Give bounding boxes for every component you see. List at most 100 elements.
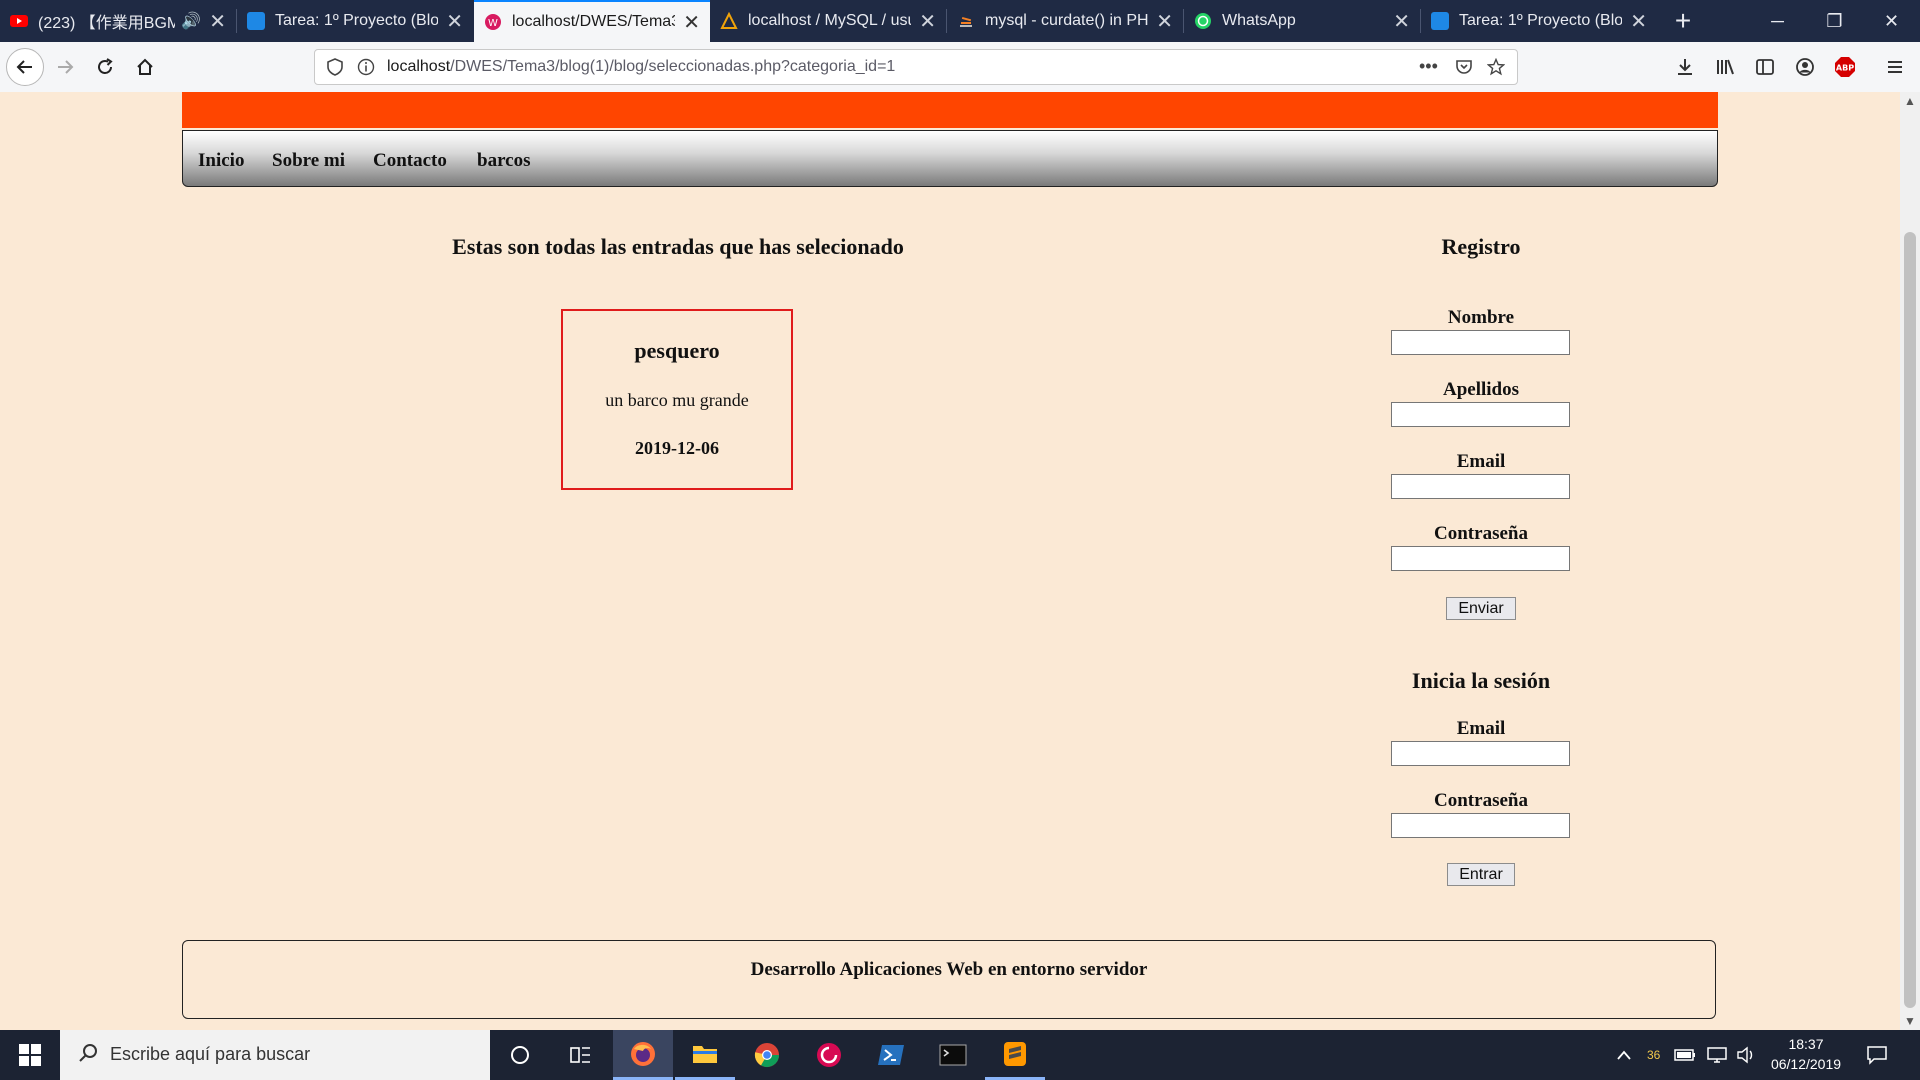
register-apellidos-label: Apellidos (1442, 379, 1520, 400)
firefox-taskbar-icon[interactable] (613, 1030, 673, 1080)
tab-classroom-1[interactable]: Tarea: 1º Proyecto (Blog ✕ (237, 0, 473, 42)
register-title: Registro (1441, 234, 1521, 259)
entrar-button[interactable]: Entrar (1447, 863, 1515, 886)
taskbar: Escribe aquí para buscar 36 18:37 06/12/ (0, 1030, 1920, 1080)
home-button[interactable] (126, 48, 164, 86)
register-password-label: Contraseña (1434, 523, 1528, 544)
page-scrollbar[interactable]: ▲ ▼ (1900, 92, 1920, 1030)
library-icon[interactable] (1712, 54, 1738, 80)
close-icon[interactable]: ✕ (446, 9, 463, 34)
tab-strip: (223) 【作業用BGM】 🔊 ✕ Tarea: 1º Proyecto (B… (0, 0, 1920, 42)
tab-stackoverflow[interactable]: mysql - curdate() in PHP ✕ (947, 0, 1183, 42)
phpmyadmin-icon (720, 11, 738, 30)
close-icon[interactable]: ✕ (209, 9, 226, 34)
menu-link-barcos[interactable]: barcos (477, 150, 530, 172)
terminal-icon[interactable] (923, 1030, 983, 1080)
navigation-toolbar: localhost/DWES/Tema3/blog(1)/blog/selecc… (0, 42, 1920, 93)
close-icon[interactable]: ✕ (1156, 9, 1173, 34)
classroom-icon (247, 12, 265, 30)
close-icon[interactable]: ✕ (1393, 9, 1410, 34)
register-nombre-label: Nombre (1447, 307, 1515, 328)
menu-link-contacto[interactable]: Contacto (373, 150, 447, 172)
close-icon[interactable]: ✕ (683, 10, 700, 35)
shield-icon[interactable] (327, 58, 343, 81)
tray-badge[interactable]: 36 (1647, 1030, 1660, 1080)
login-email-field[interactable] (1391, 741, 1570, 766)
tab-phpmyadmin[interactable]: localhost / MySQL / usua ✕ (710, 0, 946, 42)
url-text[interactable]: localhost/DWES/Tema3/blog(1)/blog/selecc… (387, 58, 895, 76)
bookmark-star-icon[interactable] (1486, 57, 1506, 81)
search-icon (78, 1042, 100, 1070)
sidebar-icon[interactable] (1752, 54, 1778, 80)
back-arrow-icon (16, 60, 32, 74)
battery-icon[interactable] (1674, 1030, 1696, 1080)
page-actions-icon[interactable]: ••• (1419, 56, 1438, 77)
minimize-icon[interactable]: ─ (1750, 0, 1805, 42)
register-email-field[interactable] (1391, 474, 1570, 499)
pocket-icon[interactable] (1455, 58, 1473, 81)
windows-start-button[interactable] (0, 1030, 60, 1080)
speaker-icon[interactable]: 🔊 (181, 11, 201, 31)
info-icon[interactable] (357, 58, 375, 81)
login-password-field[interactable] (1391, 813, 1570, 838)
login-password-label: Contraseña (1434, 790, 1528, 811)
show-hidden-icons[interactable] (1616, 1030, 1632, 1080)
account-icon[interactable] (1792, 54, 1818, 80)
forward-arrow-icon (58, 60, 74, 74)
tab-label: Tarea: 1º Proyecto (Blog (275, 12, 439, 29)
whatsapp-icon (1194, 12, 1212, 30)
downloads-icon[interactable] (1672, 54, 1698, 80)
close-icon[interactable]: ✕ (1630, 9, 1647, 34)
menu-link-sobre-mi[interactable]: Sobre mi (272, 150, 345, 172)
tab-label: (223) 【作業用BGM】 (38, 15, 176, 32)
tab-youtube[interactable]: (223) 【作業用BGM】 🔊 ✕ (0, 0, 236, 42)
adblock-icon[interactable]: ABP (1832, 54, 1858, 80)
network-icon[interactable] (1706, 1030, 1728, 1080)
stackoverflow-icon (957, 12, 975, 30)
site-banner (182, 92, 1718, 128)
wamp-icon: W (484, 13, 502, 31)
tab-label: mysql - curdate() in PHP (985, 12, 1149, 29)
scroll-down-icon[interactable]: ▼ (1900, 1012, 1920, 1030)
tab-localhost-active[interactable]: W localhost/DWES/Tema3/ ✕ (474, 0, 710, 42)
back-button[interactable] (6, 48, 44, 86)
reload-button[interactable] (86, 48, 124, 86)
cortana-icon[interactable] (490, 1030, 550, 1080)
svg-text:W: W (488, 18, 498, 29)
restore-icon[interactable]: ❐ (1807, 0, 1862, 42)
tab-label: localhost / MySQL / usua (748, 12, 912, 29)
close-icon[interactable]: ✕ (919, 9, 936, 34)
taskbar-search[interactable]: Escribe aquí para buscar (60, 1030, 490, 1080)
site-menu: Inicio Sobre mi Contacto barcos (182, 130, 1718, 187)
login-email-label: Email (1456, 718, 1506, 739)
entry-title[interactable]: pesquero (563, 338, 791, 364)
home-icon (137, 58, 153, 75)
hamburger-menu-icon[interactable] (1882, 54, 1908, 80)
task-view-icon[interactable] (550, 1030, 610, 1080)
file-explorer-icon[interactable] (675, 1030, 735, 1080)
forward-button[interactable] (46, 48, 84, 86)
page-title: Estas son todas las entradas que has sel… (452, 234, 904, 259)
debian-icon[interactable] (799, 1030, 859, 1080)
notifications-icon[interactable] (1866, 1030, 1888, 1080)
enviar-button[interactable]: Enviar (1446, 597, 1516, 620)
scroll-up-icon[interactable]: ▲ (1900, 92, 1920, 110)
entry-card[interactable]: pesquero un barco mu grande 2019-12-06 (561, 309, 793, 490)
youtube-icon (10, 12, 28, 30)
powershell-icon[interactable] (861, 1030, 921, 1080)
register-nombre-field[interactable] (1391, 330, 1570, 355)
register-password-field[interactable] (1391, 546, 1570, 571)
register-apellidos-field[interactable] (1391, 402, 1570, 427)
tab-classroom-2[interactable]: Tarea: 1º Proyecto (Blog ✕ (1421, 0, 1657, 42)
tab-label: localhost/DWES/Tema3/ (512, 13, 676, 30)
url-bar[interactable]: localhost/DWES/Tema3/blog(1)/blog/selecc… (314, 49, 1518, 85)
tab-whatsapp[interactable]: WhatsApp ✕ (1184, 0, 1420, 42)
sublime-text-icon[interactable] (985, 1030, 1045, 1080)
close-window-icon[interactable]: ✕ (1864, 0, 1919, 42)
volume-icon[interactable] (1736, 1030, 1756, 1080)
menu-link-inicio[interactable]: Inicio (198, 150, 244, 172)
new-tab-button[interactable]: + (1665, 0, 1701, 42)
scrollbar-thumb[interactable] (1904, 232, 1916, 1008)
taskbar-clock[interactable]: 18:37 06/12/2019 (1756, 1034, 1856, 1074)
chrome-icon[interactable] (737, 1030, 797, 1080)
